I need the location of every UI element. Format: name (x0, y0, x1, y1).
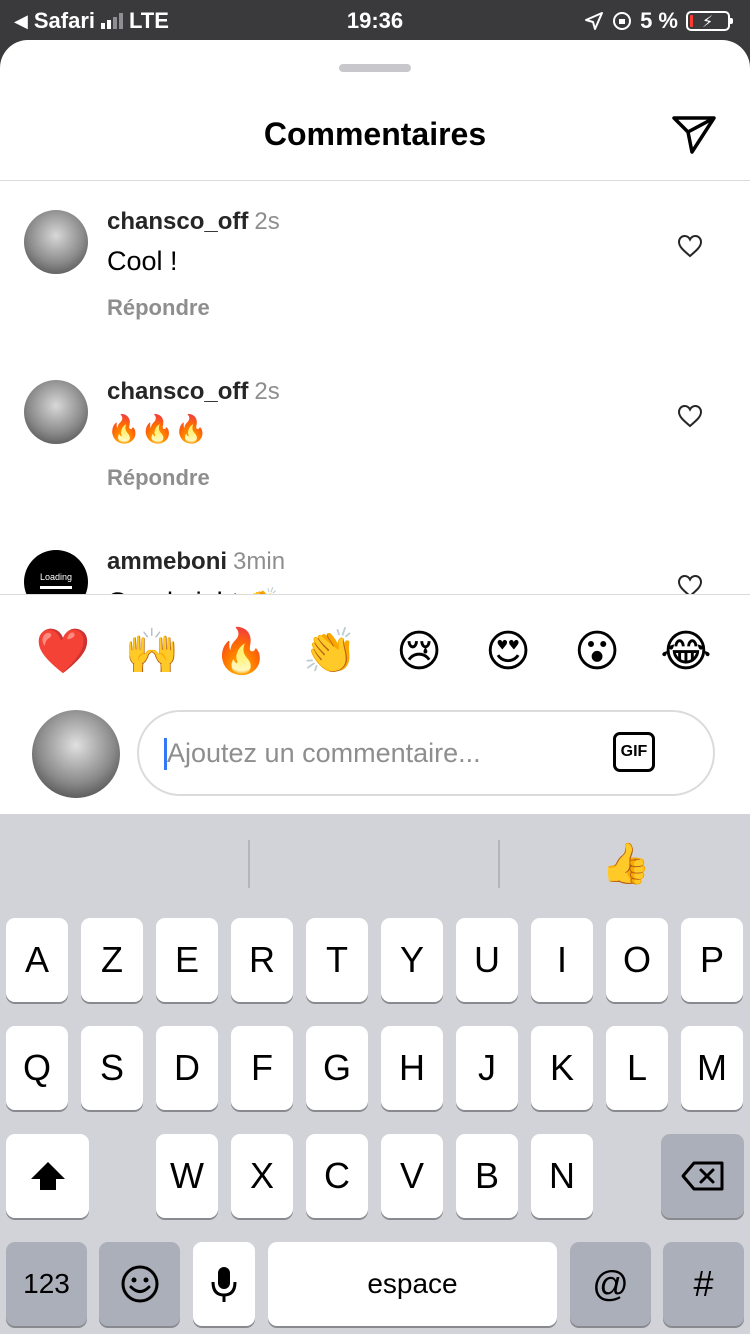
heart-icon[interactable] (677, 234, 703, 258)
key-c[interactable]: C (306, 1134, 368, 1218)
microphone-icon (211, 1267, 237, 1302)
emoji-icon (121, 1265, 158, 1303)
key-a[interactable]: A (6, 918, 68, 1002)
key-x[interactable]: X (231, 1134, 293, 1218)
comment-username[interactable]: chansco_off (107, 378, 248, 405)
comment-list[interactable]: chansco_off 2s Cool ! Répondre chansco_of… (0, 181, 750, 594)
at-key[interactable]: @ (570, 1242, 651, 1326)
current-user-avatar (32, 710, 120, 798)
comment-text: Good night 👏 (107, 586, 280, 594)
heart-icon[interactable] (677, 404, 703, 428)
key-t[interactable]: T (306, 918, 368, 1002)
location-icon (585, 12, 604, 30)
key-z[interactable]: Z (81, 918, 143, 1002)
key-n[interactable]: N (531, 1134, 593, 1218)
key-b[interactable]: B (456, 1134, 518, 1218)
key-v[interactable]: V (381, 1134, 443, 1218)
suggestion-divider (248, 840, 250, 888)
orientation-lock-icon (613, 12, 632, 30)
key-r[interactable]: R (231, 918, 293, 1002)
suggestion-emoji[interactable]: 👍 (601, 840, 651, 887)
comment-item: chansco_off 2s 🔥🔥🔥 Répondre (0, 351, 750, 501)
comment-username[interactable]: ammeboni (107, 548, 227, 575)
reaction-clap[interactable]: 👏 (302, 624, 358, 680)
hash-key[interactable]: # (663, 1242, 744, 1326)
quick-reactions: ❤️ 🙌 🔥 👏 😢 😍 😮 😂 (0, 624, 750, 680)
heart-icon[interactable] (677, 574, 703, 594)
key-w[interactable]: W (156, 1134, 218, 1218)
status-bar: ◀ Safari LTE 19:36 5 % ⚡ (0, 0, 750, 40)
shift-icon (30, 1162, 65, 1190)
suggestion-divider (498, 840, 500, 888)
reaction-laughing[interactable]: 😂 (658, 624, 714, 680)
battery-icon: ⚡ (686, 11, 733, 31)
comment-placeholder: Ajoutez un commentaire... (167, 738, 481, 768)
comment-item: Loading ammeboni3min Good night 👏 (0, 521, 750, 594)
sheet-grabber[interactable] (339, 64, 411, 72)
backspace-icon (681, 1161, 723, 1191)
avatar[interactable]: Loading (24, 550, 88, 594)
shift-key[interactable] (6, 1134, 89, 1218)
reaction-heart[interactable]: ❤️ (35, 624, 91, 680)
comment-meta: chansco_off 2s (107, 378, 280, 406)
comment-time: 2s (254, 208, 280, 235)
key-p[interactable]: P (681, 918, 743, 1002)
delete-key[interactable] (661, 1134, 744, 1218)
reaction-heart-eyes[interactable]: 😍 (480, 624, 536, 680)
key-e[interactable]: E (156, 918, 218, 1002)
reaction-surprised[interactable]: 😮 (569, 624, 625, 680)
comment-text: 🔥🔥🔥 (107, 414, 208, 444)
comment-time: 3min (233, 548, 286, 575)
key-f[interactable]: F (231, 1026, 293, 1110)
avatar[interactable] (24, 210, 88, 274)
comment-time: 2s (254, 378, 280, 405)
comment-meta: ammeboni 3min (107, 548, 285, 576)
avatar-loading-text: Loading (40, 572, 73, 582)
comments-sheet: Commentaires chansco_off 2s Cool ! Répond… (0, 40, 750, 814)
key-u[interactable]: U (456, 918, 518, 1002)
avatar[interactable] (24, 380, 88, 444)
key-k[interactable]: K (531, 1026, 593, 1110)
key-d[interactable]: D (156, 1026, 218, 1110)
key-m[interactable]: M (681, 1026, 743, 1110)
comment-username[interactable]: chansco_off (107, 208, 248, 235)
send-icon[interactable] (670, 112, 718, 156)
key-o[interactable]: O (606, 918, 668, 1002)
comment-item: chansco_off 2s Cool ! Répondre (0, 181, 750, 331)
comment-meta: chansco_off 2s (107, 208, 280, 236)
keyboard: 👍 A Z E R T Y U I O P Q S D F G H J K L … (0, 814, 750, 1334)
sheet-title: Commentaires (263, 116, 487, 152)
key-g[interactable]: G (306, 1026, 368, 1110)
numbers-key[interactable]: 123 (6, 1242, 87, 1326)
space-key[interactable]: espace (268, 1242, 557, 1326)
key-q[interactable]: Q (6, 1026, 68, 1110)
reaction-fire[interactable]: 🔥 (213, 624, 269, 680)
key-l[interactable]: L (606, 1026, 668, 1110)
comment-text: Cool ! (107, 246, 178, 276)
gif-button[interactable]: GIF (613, 732, 655, 772)
reactions-divider (0, 594, 750, 595)
reply-button[interactable]: Répondre (107, 295, 210, 321)
reply-button[interactable]: Répondre (107, 465, 210, 491)
key-s[interactable]: S (81, 1026, 143, 1110)
reaction-raised-hands[interactable]: 🙌 (124, 624, 180, 680)
key-y[interactable]: Y (381, 918, 443, 1002)
status-right: 5 % ⚡ (584, 8, 733, 34)
key-j[interactable]: J (456, 1026, 518, 1110)
key-i[interactable]: I (531, 918, 593, 1002)
battery-percent: 5 % (640, 8, 678, 33)
dictation-key[interactable] (193, 1242, 255, 1326)
reaction-crying[interactable]: 😢 (391, 624, 447, 680)
comment-input[interactable]: Ajoutez un commentaire... GIF (137, 710, 715, 796)
avatar-loading-bar (40, 586, 72, 589)
key-h[interactable]: H (381, 1026, 443, 1110)
emoji-key[interactable] (99, 1242, 180, 1326)
